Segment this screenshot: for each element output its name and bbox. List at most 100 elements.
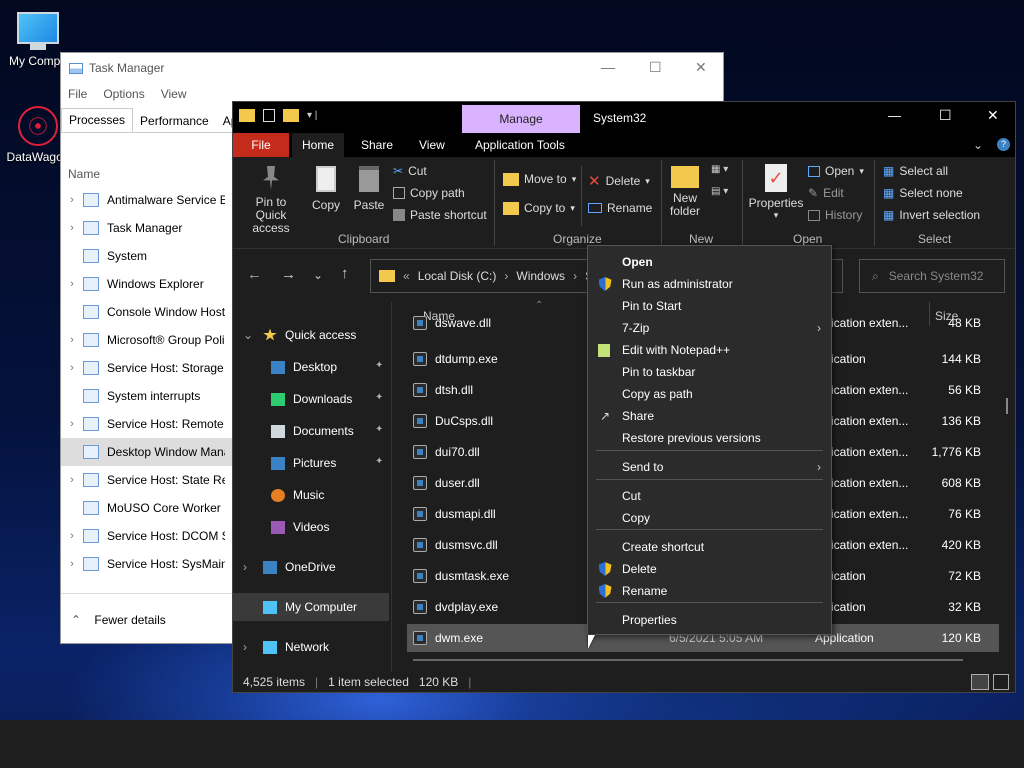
nav-item-music[interactable]: Music bbox=[271, 488, 324, 502]
tab-application-tools[interactable]: Application Tools bbox=[465, 133, 575, 157]
paste-button[interactable]: Paste bbox=[351, 166, 387, 212]
process-row[interactable]: System bbox=[61, 242, 261, 270]
pin-to-quick-access-button[interactable]: Pin to Quick access bbox=[239, 166, 303, 235]
process-row[interactable]: MoUSO Core Worker P bbox=[61, 494, 261, 522]
chevron-right-icon[interactable]: › bbox=[243, 640, 247, 654]
nav-item-documents[interactable]: Documents bbox=[271, 424, 354, 438]
edit-button[interactable]: ✎ Edit bbox=[808, 186, 844, 200]
invert-selection-button[interactable]: ▦ Invert selection bbox=[883, 208, 980, 222]
tab-view[interactable]: View bbox=[409, 133, 455, 157]
chevron-right-icon[interactable]: › bbox=[61, 194, 83, 206]
menu-item-cut[interactable]: Cut bbox=[588, 485, 831, 507]
vertical-scrollbar[interactable] bbox=[1006, 398, 1008, 414]
process-row[interactable]: Desktop Window Mana bbox=[61, 438, 241, 466]
process-row[interactable]: › Service Host: Storage S bbox=[61, 354, 261, 382]
cut-button[interactable]: ✂ Cut bbox=[393, 164, 427, 178]
recent-locations-icon[interactable]: ⌄ bbox=[313, 268, 323, 282]
breadcrumb-windows[interactable]: Windows bbox=[516, 269, 565, 283]
properties-button[interactable]: ✓ Properties ▾ bbox=[748, 164, 804, 221]
menu-options[interactable]: Options bbox=[103, 87, 144, 101]
title-bar[interactable]: Task Manager bbox=[61, 53, 723, 83]
breadcrumb-local-disk[interactable]: Local Disk (C:) bbox=[418, 269, 497, 283]
tab-manage[interactable]: Manage bbox=[462, 105, 580, 133]
copy-button[interactable]: Copy bbox=[309, 166, 343, 212]
menu-item-7-zip[interactable]: 7-Zip › bbox=[588, 317, 831, 339]
pin-icon[interactable]: ✦ bbox=[375, 360, 383, 371]
chevron-right-icon[interactable]: › bbox=[243, 560, 247, 574]
menu-item-copy[interactable]: Copy bbox=[588, 507, 831, 529]
nav-item-network[interactable]: Network bbox=[263, 640, 329, 654]
move-to-button[interactable]: Move to ▾ bbox=[503, 172, 576, 186]
select-none-button[interactable]: ▦ Select none bbox=[883, 186, 963, 200]
maximize-button[interactable]: ☐ bbox=[649, 59, 662, 76]
chevron-down-icon[interactable]: ⌄ bbox=[973, 138, 983, 152]
process-row[interactable]: › Service Host: Remote P bbox=[61, 410, 261, 438]
easy-access-button[interactable]: ▤ ▾ bbox=[711, 186, 728, 197]
chevron-right-icon[interactable]: › bbox=[61, 334, 83, 346]
nav-item-downloads[interactable]: Downloads bbox=[271, 392, 352, 406]
up-arrow-icon[interactable]: ↑ bbox=[341, 265, 349, 282]
nav-item-onedrive[interactable]: OneDrive bbox=[263, 560, 336, 574]
minimize-button[interactable]: — bbox=[888, 108, 901, 123]
menu-item-delete[interactable]: Delete bbox=[588, 558, 831, 580]
menu-item-run-as-administrator[interactable]: Run as administrator bbox=[588, 273, 831, 295]
menu-item-rename[interactable]: Rename bbox=[588, 580, 831, 602]
pin-icon[interactable]: ✦ bbox=[375, 424, 383, 435]
menu-item-open[interactable]: Open bbox=[588, 251, 831, 273]
checkbox-icon[interactable] bbox=[263, 109, 275, 122]
menu-item-restore-previous-versions[interactable]: Restore previous versions bbox=[588, 427, 831, 449]
menu-item-copy-as-path[interactable]: Copy as path bbox=[588, 383, 831, 405]
column-header-name[interactable]: Name bbox=[68, 167, 100, 181]
large-icons-view-icon[interactable] bbox=[993, 674, 1009, 690]
new-folder-icon[interactable] bbox=[283, 109, 299, 122]
minimize-button[interactable]: — bbox=[601, 59, 615, 75]
menu-item-properties[interactable]: Properties bbox=[588, 609, 831, 631]
menu-file[interactable]: File bbox=[68, 87, 87, 101]
nav-item-pictures[interactable]: Pictures bbox=[271, 456, 336, 470]
nav-item-my-computer[interactable]: My Computer bbox=[233, 593, 389, 621]
process-row[interactable]: › Service Host: SysMain bbox=[61, 550, 261, 578]
rename-button[interactable]: Rename bbox=[588, 201, 652, 215]
process-row[interactable]: › Microsoft® Group Poli bbox=[61, 326, 261, 354]
fewer-details-button[interactable]: ⌃ Fewer details bbox=[71, 613, 166, 627]
process-row[interactable]: Console Window Host bbox=[61, 298, 261, 326]
process-row[interactable]: › Task Manager bbox=[61, 214, 261, 242]
tab-file[interactable]: File bbox=[233, 133, 289, 157]
chevron-right-icon[interactable]: › bbox=[61, 222, 83, 234]
chevron-right-icon[interactable]: › bbox=[61, 530, 83, 542]
nav-item-desktop[interactable]: Desktop bbox=[271, 360, 337, 374]
open-button[interactable]: Open ▾ bbox=[808, 164, 864, 178]
process-row[interactable]: › Windows Explorer bbox=[61, 270, 261, 298]
chevron-right-icon[interactable]: › bbox=[61, 418, 83, 430]
chevron-right-icon[interactable]: › bbox=[61, 278, 83, 290]
copy-path-button[interactable]: Copy path bbox=[393, 186, 465, 200]
menu-view[interactable]: View bbox=[161, 87, 187, 101]
menu-item-create-shortcut[interactable]: Create shortcut bbox=[588, 536, 831, 558]
chevron-right-icon[interactable]: › bbox=[61, 474, 83, 486]
tab-processes[interactable]: Processes bbox=[61, 108, 134, 132]
maximize-button[interactable]: ☐ bbox=[939, 107, 952, 124]
chevron-right-icon[interactable]: › bbox=[61, 558, 83, 570]
menu-item-share[interactable]: ↗ Share bbox=[588, 405, 831, 427]
menu-item-pin-to-start[interactable]: Pin to Start bbox=[588, 295, 831, 317]
process-row[interactable]: › Service Host: State Rep bbox=[61, 466, 261, 494]
copy-to-button[interactable]: Copy to ▾ bbox=[503, 201, 575, 215]
select-all-button[interactable]: ▦ Select all bbox=[883, 164, 948, 178]
new-folder-button[interactable]: New folder bbox=[667, 166, 703, 218]
forward-arrow-icon[interactable]: → bbox=[281, 266, 296, 283]
menu-item-pin-to-taskbar[interactable]: Pin to taskbar bbox=[588, 361, 831, 383]
customize-toolbar-icon[interactable]: ▾ | bbox=[307, 110, 317, 121]
tab-performance[interactable]: Performance bbox=[133, 110, 216, 132]
history-button[interactable]: History bbox=[808, 208, 862, 222]
process-row[interactable]: › Antimalware Service Ex bbox=[61, 186, 261, 214]
chevron-right-icon[interactable]: › bbox=[61, 362, 83, 374]
menu-item-send-to[interactable]: Send to › bbox=[588, 456, 831, 478]
delete-button[interactable]: ✕ Delete ▾ bbox=[588, 172, 650, 190]
paste-shortcut-button[interactable]: Paste shortcut bbox=[393, 208, 487, 222]
details-view-icon[interactable] bbox=[971, 674, 989, 690]
process-row[interactable]: › Service Host: DCOM Se bbox=[61, 522, 261, 550]
close-button[interactable]: ✕ bbox=[987, 107, 999, 124]
nav-item-videos[interactable]: Videos bbox=[271, 520, 329, 534]
pin-icon[interactable]: ✦ bbox=[375, 456, 383, 467]
horizontal-scrollbar[interactable] bbox=[413, 659, 963, 661]
